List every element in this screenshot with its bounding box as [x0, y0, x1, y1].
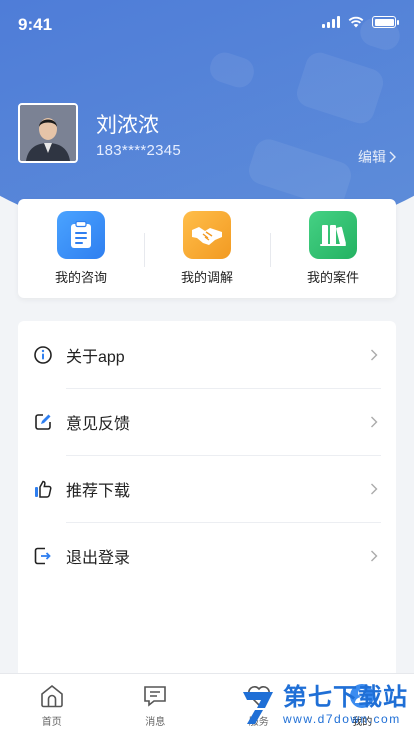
my-cases-label: 我的案件	[306, 270, 359, 285]
chevron-right-icon	[389, 151, 396, 163]
watermark-title: 第七下载站	[283, 684, 408, 711]
tab-messages[interactable]: 消息	[104, 674, 208, 736]
wifi-icon	[348, 16, 364, 28]
books-icon	[309, 211, 357, 259]
watermark-url: www.d7down.com	[283, 712, 401, 726]
cellular-signal-icon	[322, 16, 340, 28]
my-consultations-label: 我的咨询	[54, 270, 107, 285]
edit-profile-button[interactable]: 编辑	[358, 147, 396, 167]
edit-profile-label: 编辑	[358, 149, 386, 165]
battery-icon	[372, 16, 399, 28]
info-icon	[34, 345, 52, 364]
clipboard-icon	[57, 211, 105, 259]
menu-item-recommend[interactable]: 推荐下载	[18, 455, 396, 522]
logout-icon	[34, 547, 51, 564]
quick-actions-card: 我的咨询 我的调解 我的案件	[18, 199, 396, 298]
menu-item-feedback[interactable]: 意见反馈	[18, 388, 396, 455]
menu-item-label: 意见反馈	[66, 415, 131, 433]
watermark: 第七下载站 www.d7down.com	[239, 686, 408, 726]
tab-label: 消息	[145, 717, 166, 728]
handshake-icon	[183, 211, 231, 259]
chevron-right-icon	[371, 349, 378, 360]
edit-icon	[35, 413, 51, 430]
settings-menu-card: 关于app 意见反馈 推荐下载 退出登录	[18, 321, 396, 681]
menu-item-logout[interactable]: 退出登录	[18, 522, 396, 589]
profile-phone: 183****2345	[96, 142, 182, 159]
thumbs-up-icon	[35, 480, 52, 498]
menu-item-label: 退出登录	[66, 549, 131, 567]
tab-label: 首页	[41, 717, 62, 728]
my-mediations-label: 我的调解	[180, 270, 233, 285]
watermark-logo-icon	[243, 692, 273, 724]
chevron-right-icon	[371, 483, 378, 494]
my-mediations-button[interactable]: 我的调解	[144, 199, 270, 298]
home-icon	[40, 684, 63, 708]
profile-name: 刘浓浓	[96, 114, 159, 137]
my-consultations-button[interactable]: 我的咨询	[18, 199, 144, 298]
avatar[interactable]	[18, 103, 78, 163]
chevron-right-icon	[371, 416, 378, 427]
status-time: 9:41	[18, 15, 53, 34]
tab-home[interactable]: 首页	[0, 674, 104, 736]
menu-item-label: 关于app	[66, 348, 125, 366]
status-bar: 9:41	[0, 0, 414, 48]
menu-item-about[interactable]: 关于app	[18, 321, 396, 388]
menu-item-label: 推荐下载	[66, 482, 131, 500]
message-icon	[144, 686, 167, 707]
my-cases-button[interactable]: 我的案件	[270, 199, 396, 298]
chevron-right-icon	[371, 550, 378, 561]
